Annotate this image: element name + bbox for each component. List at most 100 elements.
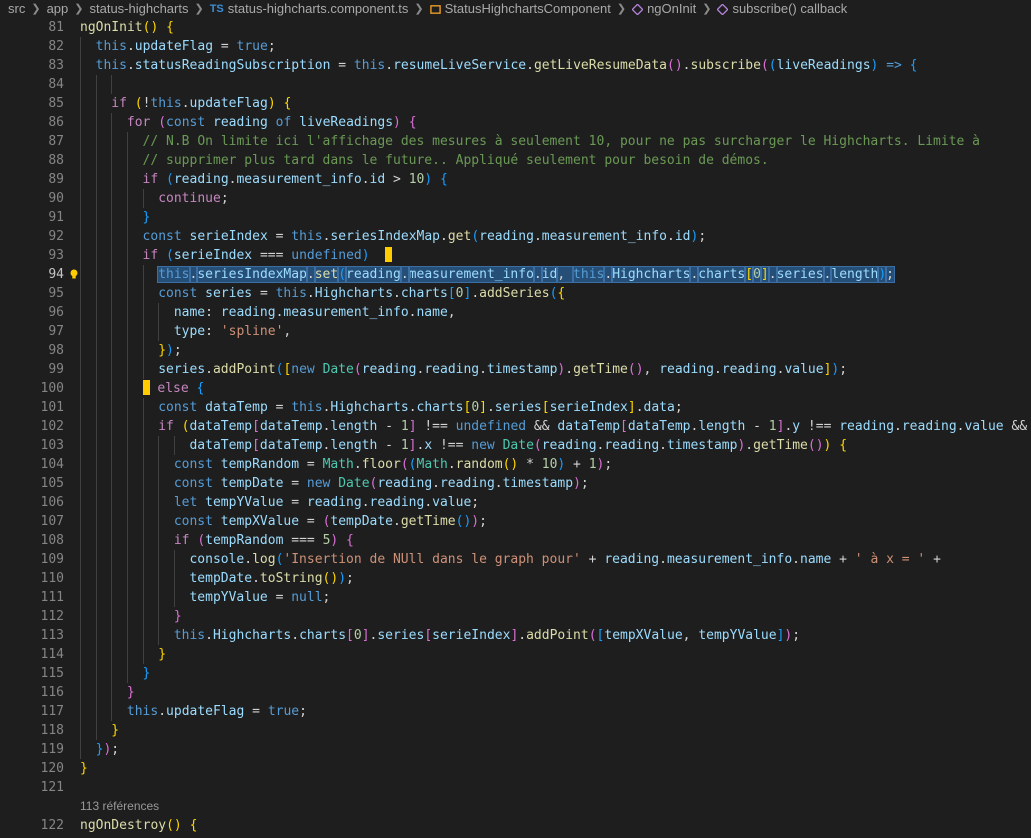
code-token: tempDate	[220, 476, 284, 491]
code-text[interactable]: }	[127, 683, 135, 702]
indent-guide	[95, 208, 97, 227]
indent-guide	[158, 474, 160, 493]
code-text[interactable]: }	[158, 645, 166, 664]
code-text[interactable]: dataTemp[dataTemp.length - 1].x !== new …	[189, 436, 847, 455]
code-line: 91}	[0, 208, 1031, 227]
code-text[interactable]: if (tempRandom === 5) {	[174, 531, 354, 550]
code-token: true	[267, 704, 300, 719]
code-token: .	[635, 400, 644, 415]
indent-guide	[80, 474, 81, 493]
breadcrumb-item[interactable]: app	[47, 0, 69, 18]
code-token: of	[275, 115, 292, 130]
code-token: resumeLiveService	[393, 58, 527, 73]
code-text[interactable]: const tempDate = new Date(reading.readin…	[174, 474, 589, 493]
code-text[interactable]: const serieIndex = this.seriesIndexMap.g…	[143, 227, 707, 246]
breadcrumb-item[interactable]: subscribe() callback	[717, 0, 847, 18]
code-token: [	[424, 628, 433, 643]
code-text[interactable]: tempDate.toString());	[189, 569, 353, 588]
code-text[interactable]: }	[111, 721, 119, 740]
code-text[interactable]: const tempRandom = Math.floor((Math.rand…	[174, 455, 612, 474]
indent-guide	[158, 436, 160, 455]
codelens-references[interactable]: 113 références	[80, 797, 159, 816]
breadcrumb-item[interactable]: status-highcharts	[89, 0, 188, 18]
indent-guide	[80, 208, 81, 227]
breadcrumb-item[interactable]: StatusHighchartsComponent	[429, 0, 611, 18]
code-text[interactable]: ngOnInit() {	[80, 18, 174, 37]
code-token: {	[557, 286, 566, 301]
breadcrumb-item[interactable]: ngOnInit	[632, 0, 696, 18]
code-text[interactable]: console.log('Insertion de NUll dans le g…	[189, 550, 940, 569]
code-text[interactable]: series.addPoint([new Date(reading.readin…	[158, 360, 847, 379]
code-token: subscribe	[690, 58, 761, 73]
code-token: reading	[377, 476, 433, 491]
code-text[interactable]: continue;	[158, 189, 228, 208]
code-token: serieIndex	[173, 248, 253, 263]
code-text[interactable]: }	[143, 664, 151, 683]
code-text[interactable]: for (const reading of liveReadings) {	[127, 113, 417, 132]
code-line: 113 this.Highcharts.charts[0].series[seri…	[0, 626, 1031, 645]
code-token: reading	[659, 362, 714, 377]
code-text[interactable]: const dataTemp = this.Highcharts.charts[…	[158, 398, 682, 417]
code-text[interactable]: // supprimer plus tard dans le future.. …	[143, 151, 769, 170]
code-token: =	[244, 704, 268, 719]
code-text[interactable]: this.updateFlag = true;	[96, 37, 276, 56]
code-text[interactable]: if (dataTemp[dataTemp.length - 1] !== un…	[158, 417, 1027, 436]
code-text[interactable]: });	[96, 740, 119, 759]
code-text[interactable]: type: 'spline',	[174, 322, 291, 341]
line-number: 86	[48, 115, 64, 130]
code-text[interactable]: tempYValue = null;	[189, 588, 330, 607]
code-token: ]	[361, 628, 370, 643]
code-text[interactable]: else {	[142, 379, 204, 398]
indent-guide	[80, 664, 81, 683]
code-text[interactable]: this.statusReadingSubscription = this.re…	[96, 56, 918, 75]
code-token: measurement_info	[666, 552, 793, 567]
line-number: 104	[40, 457, 64, 472]
code-text[interactable]: const tempXValue = (tempDate.getTime());	[174, 512, 487, 531]
code-token: set	[313, 266, 340, 283]
breadcrumb-item[interactable]: TS status-highcharts.component.ts	[210, 0, 409, 18]
code-text[interactable]: this.updateFlag = true;	[127, 702, 307, 721]
code-token: ===	[252, 248, 292, 263]
code-text[interactable]: // N.B On limite ici l'affichage des mes…	[143, 132, 980, 151]
code-text[interactable]: }	[80, 759, 88, 778]
code-token: y	[792, 419, 801, 434]
code-editor[interactable]: 81 ngOnInit() {82 this.updateFlag = true; 8…	[0, 18, 1031, 838]
code-text[interactable]: name: reading.measurement_info.name,	[174, 303, 456, 322]
code-text[interactable]: });	[158, 341, 181, 360]
code-token: (	[588, 628, 597, 643]
code-text[interactable]: let tempYValue = reading.reading.value;	[174, 493, 479, 512]
code-text[interactable]: const series = this.Highcharts.charts[0]…	[158, 284, 565, 303]
code-token: reading	[541, 438, 597, 453]
indent-guide	[158, 512, 160, 531]
code-text[interactable]: }	[143, 208, 151, 227]
code-text[interactable]: ngOnDestroy() {	[80, 816, 197, 835]
lightbulb-icon[interactable]	[68, 265, 80, 284]
code-line: 122 ngOnDestroy() {	[0, 816, 1031, 835]
code-token: charts	[299, 628, 347, 643]
indent-guide	[80, 341, 81, 360]
code-text[interactable]: this.Highcharts.charts[0].series[serieIn…	[174, 626, 800, 645]
code-token: dataTemp	[259, 419, 323, 434]
indent-guide	[111, 303, 113, 322]
indent-guide	[111, 493, 113, 512]
code-text[interactable]: }	[174, 607, 182, 626]
code-text[interactable]: if (serieIndex === undefined)	[143, 246, 393, 265]
breadcrumb-item[interactable]: src	[8, 0, 25, 18]
indent-guide	[95, 75, 97, 94]
code-text[interactable]: if (!this.updateFlag) {	[111, 94, 291, 113]
code-token: .	[682, 58, 691, 73]
code-line: 98});	[0, 341, 1031, 360]
code-token: ;	[220, 191, 229, 206]
indent-guide	[111, 360, 113, 379]
code-token: +	[580, 552, 605, 567]
code-token: )	[573, 476, 581, 491]
code-text[interactable]: this.seriesIndexMap.set(reading.measurem…	[157, 265, 895, 284]
code-token: {	[283, 96, 292, 111]
code-line: 103 dataTemp[dataTemp.length - 1].x !== n…	[0, 436, 1031, 455]
code-line: 112}	[0, 607, 1031, 626]
code-text[interactable]: if (reading.measurement_info.id > 10) {	[143, 170, 448, 189]
